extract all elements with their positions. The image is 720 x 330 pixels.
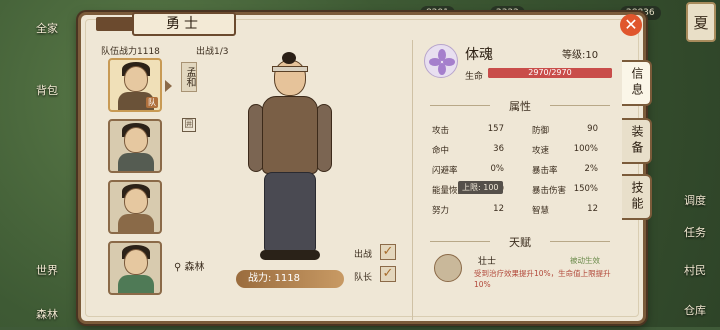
stat-value: 12	[587, 204, 598, 214]
stat-label: 暴击率	[532, 166, 558, 176]
hero-portrait	[240, 52, 340, 272]
tab-skills[interactable]: 技能	[622, 174, 652, 220]
season-indicator: 夏	[686, 2, 716, 42]
deploy-count: 出战1/3	[196, 47, 229, 57]
stat-value: 0%	[490, 164, 505, 174]
stat-row: 命中 36 攻速 100%	[432, 144, 598, 157]
talent-title: 天赋	[509, 236, 531, 249]
tab-equipment[interactable]: 装备	[622, 118, 652, 164]
scroll-icon[interactable]: 囲	[182, 118, 196, 132]
hero-name: 孟和	[181, 62, 197, 92]
family-button[interactable]: 全家	[24, 14, 70, 44]
stat-value: 2%	[584, 164, 599, 174]
stat-label: 闪避率	[432, 166, 458, 176]
talent-icon	[434, 254, 462, 282]
panel-title: 勇士	[132, 12, 236, 36]
forest-button[interactable]: 森林	[24, 300, 70, 330]
stat-row: 努力 12 智慧 12	[432, 204, 598, 217]
location-pin-icon: ⚲	[174, 262, 182, 273]
tooltip: 上限: 100	[458, 181, 503, 194]
attributes-title: 属性	[509, 100, 531, 113]
stat-value: 36	[493, 144, 504, 154]
stat-value: 100%	[573, 144, 598, 154]
stat-value: 12	[493, 204, 504, 214]
hero-location: ⚲ 森林	[174, 262, 205, 273]
close-icon[interactable]: ✕	[620, 14, 642, 36]
stat-value: 90	[587, 124, 598, 134]
talent-description: 受到治疗效果提升10%，生命值上限提升10%	[474, 269, 611, 289]
stat-label: 攻速	[532, 146, 550, 156]
stat-row: 攻击 157 防御 90	[432, 124, 598, 137]
stat-row: 闪避率 0% 暴击率 2%	[432, 164, 598, 177]
deploy-checkbox[interactable]: ✓	[380, 244, 396, 260]
dispatch-button[interactable]: 调度	[672, 186, 718, 216]
hero-card[interactable]	[108, 180, 162, 234]
leader-checkbox[interactable]: ✓	[380, 266, 396, 282]
warehouse-button[interactable]: 仓库	[672, 296, 718, 326]
tab-info[interactable]: 信息	[622, 60, 652, 106]
team-power: 队伍战力1118	[101, 47, 160, 57]
hero-roster: 队	[108, 58, 166, 302]
quest-button[interactable]: 任务	[672, 218, 718, 248]
stat-label: 命中	[432, 146, 450, 156]
bag-button[interactable]: 背包	[24, 76, 70, 106]
level-label: 等级:10	[562, 50, 599, 61]
team-tag: 队	[146, 97, 158, 108]
talent-tag: 被动生效	[570, 256, 600, 265]
selected-arrow-icon	[165, 80, 172, 92]
soul-name: 体魂	[465, 47, 493, 63]
stat-row: 能量恢复0暴击伤害150%	[432, 184, 598, 197]
world-button[interactable]: 世界	[24, 256, 70, 286]
hero-card[interactable]: 队	[108, 58, 162, 112]
hp-bar: 2970/2970	[488, 68, 612, 78]
stat-label: 攻击	[432, 126, 450, 136]
villager-button[interactable]: 村民	[672, 256, 718, 286]
talent-name: 壮士	[478, 257, 497, 267]
stat-label: 暴击伤害	[532, 186, 567, 196]
hero-card[interactable]	[108, 241, 162, 295]
stat-value: 157	[487, 124, 504, 134]
flower-icon	[424, 44, 458, 78]
right-sidebar: 调度 任务 村民 仓库	[660, 40, 720, 327]
hero-power: 战力: 1118	[236, 270, 344, 288]
stat-label: 智慧	[532, 206, 550, 216]
stat-label: 努力	[432, 206, 450, 216]
left-sidebar: 全家 背包 世界 森林	[0, 0, 80, 327]
hp-label: 生命	[465, 72, 484, 82]
deploy-label: 出战	[354, 250, 373, 260]
leader-label: 队长	[354, 273, 373, 283]
hp-text: 2970/2970	[528, 68, 572, 77]
stat-label: 防御	[532, 126, 550, 136]
title-ribbon	[96, 17, 136, 31]
stat-value: 150%	[573, 184, 598, 194]
hero-card[interactable]	[108, 119, 162, 173]
